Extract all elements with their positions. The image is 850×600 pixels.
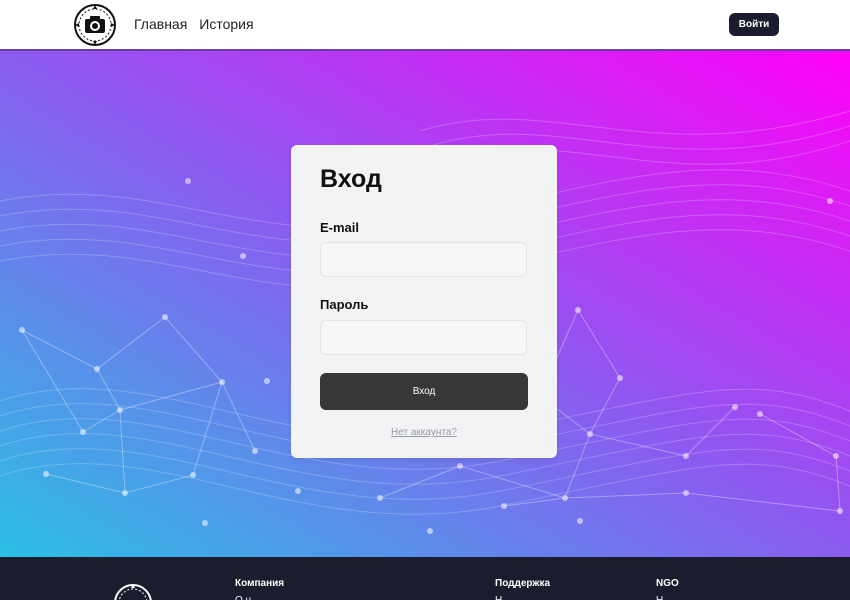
nav-link-history[interactable]: История [199,16,253,32]
login-card: Вход E-mail Пароль Вход Нет аккаунта? [291,145,557,458]
footer: Компания О н Поддержка Н NGO Н [0,557,850,600]
login-submit-button[interactable]: Вход [320,373,528,410]
footer-link[interactable]: Н [656,595,663,600]
email-label: E-mail [320,220,360,235]
nav-link-home[interactable]: Главная [134,16,187,32]
password-field[interactable] [320,320,527,355]
camera-logo-icon[interactable] [73,3,117,47]
footer-column-title-ngo: NGO [656,578,679,589]
main-nav: Главная История [134,16,254,32]
signup-link[interactable]: Нет аккаунта? [291,427,557,438]
login-title: Вход [320,165,382,193]
footer-link[interactable]: Н [495,595,502,600]
top-navbar: Главная История Войти [0,0,850,51]
footer-link[interactable]: О н [235,595,251,600]
header-login-button[interactable]: Войти [729,13,779,36]
email-field[interactable] [320,242,527,277]
footer-camera-logo-icon [114,584,152,600]
footer-column-title-company: Компания [235,578,285,589]
footer-column-title-support: Поддержка [495,578,551,589]
password-label: Пароль [320,297,369,312]
